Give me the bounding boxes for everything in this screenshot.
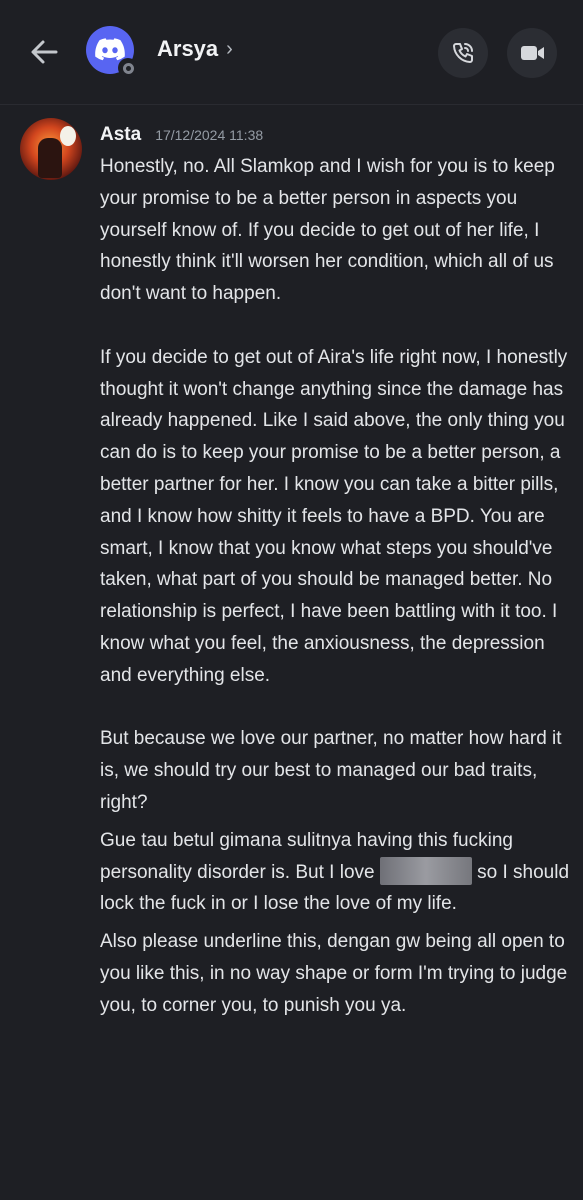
message-paragraph: But because we love our partner, no matt… [100, 728, 567, 813]
message-paragraph: If you decide to get out of Aira's life … [100, 346, 573, 686]
recipient-avatar[interactable] [86, 26, 138, 78]
back-button[interactable] [26, 34, 62, 70]
status-offline-indicator [118, 58, 138, 78]
message-text: Also please underline this, dengan gw be… [100, 931, 573, 1016]
arrow-left-icon [31, 40, 58, 64]
avatar-figure [38, 138, 62, 178]
message-group: Asta 17/12/2024 11:38 Honestly, no. All … [0, 104, 583, 1200]
message-meta: Asta 17/12/2024 11:38 [100, 124, 263, 146]
recipient-name: Arsya [157, 36, 219, 61]
message-text: Gue tau betul gimana sulitnya having thi… [100, 825, 570, 920]
author-name[interactable]: Asta [100, 124, 141, 146]
author-avatar[interactable] [20, 118, 82, 180]
message-content: Honestly, no. All Slamkop and I wish for… [100, 151, 570, 1022]
message-paragraph: Honestly, no. All Slamkop and I wish for… [100, 156, 561, 305]
message-timestamp: 17/12/2024 11:38 [155, 127, 264, 143]
avatar-speech-bubble [60, 126, 76, 146]
chevron-right-icon: › [226, 37, 233, 60]
recipient-name-button[interactable]: Arsya › [157, 36, 233, 62]
phone-call-icon [453, 43, 473, 63]
voice-call-button[interactable] [438, 28, 488, 78]
video-camera-icon [521, 46, 544, 60]
chat-header: Arsya › [0, 0, 583, 105]
video-call-button[interactable] [507, 28, 557, 78]
redacted-name-block [379, 856, 472, 885]
